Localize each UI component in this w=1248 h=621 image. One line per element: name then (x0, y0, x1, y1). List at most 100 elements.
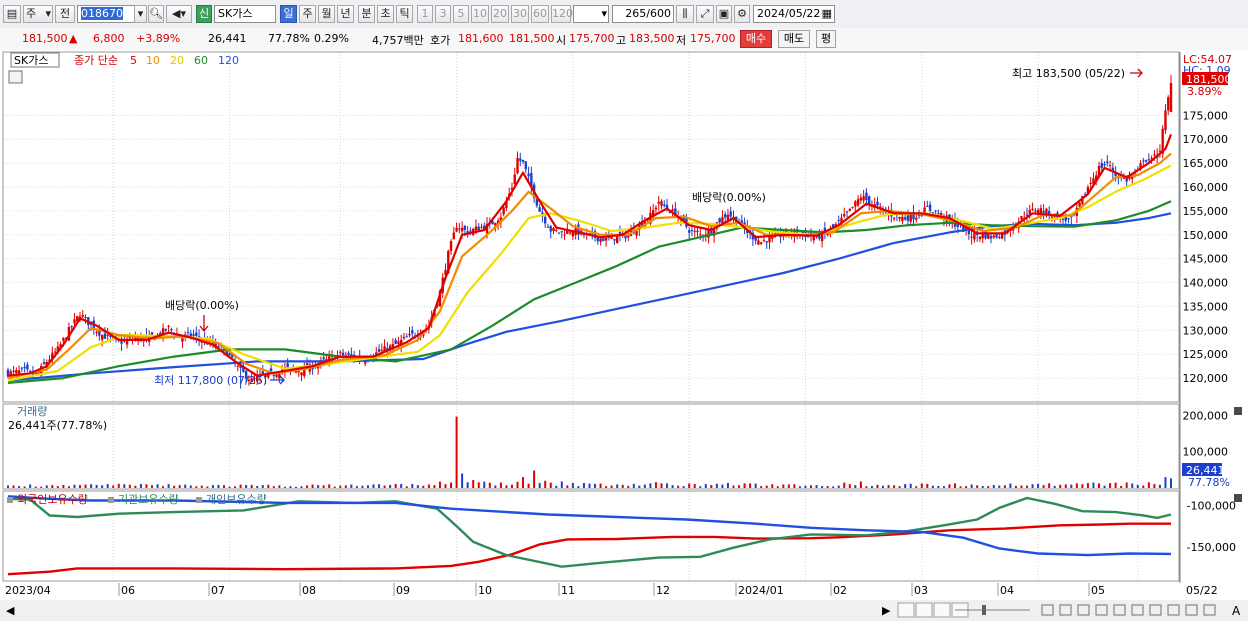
period-year[interactable]: 년 (337, 5, 354, 23)
volume-bar (211, 485, 214, 488)
volume-bar (317, 485, 320, 488)
volume-bar (721, 484, 724, 488)
candle-body (195, 332, 198, 336)
interval-60[interactable]: 60 (531, 5, 549, 23)
volume-bar (472, 480, 475, 488)
volume-bar (804, 485, 807, 488)
volume-bar (787, 484, 790, 488)
candle-body (1144, 160, 1148, 162)
volume-bar (444, 484, 447, 488)
type-select[interactable]: 주 ▾ (23, 5, 53, 23)
stock-code-input[interactable]: 018670 (77, 5, 135, 23)
jeon-button[interactable]: 전 (55, 5, 75, 23)
volume-bar (560, 481, 563, 488)
volume-bar (1048, 483, 1051, 488)
candle-body (1064, 217, 1067, 221)
volume-bar (294, 486, 297, 488)
period-minute[interactable]: 분 (358, 5, 375, 23)
volume-bar (355, 486, 358, 488)
period-day[interactable]: 일 (280, 5, 297, 23)
period-month[interactable]: 월 (318, 5, 335, 23)
volume-bar (1109, 483, 1112, 488)
candle-body (843, 214, 846, 217)
volume-bar (909, 483, 912, 488)
interval-10[interactable]: 10 (471, 5, 489, 23)
search-icon[interactable]: 🔍︎ (148, 5, 164, 23)
candle-body (100, 335, 104, 340)
candle-body (854, 201, 857, 207)
sell-button[interactable]: 매도 (778, 30, 810, 48)
speaker-icon[interactable]: ◀▾ (166, 5, 192, 23)
candle-body (915, 217, 918, 220)
volume-bar (311, 484, 314, 488)
volume-bar (976, 485, 979, 488)
volume-bar (859, 481, 862, 488)
y-tick-label: 170,000 (1183, 133, 1229, 146)
volume-last-pct: 77.78% (1188, 476, 1230, 489)
high-price: 183,500 (629, 32, 675, 45)
candle-body (599, 238, 602, 242)
candle-body (521, 159, 525, 162)
volume-bar (1164, 477, 1167, 488)
turnover-percent: 0.29% (314, 32, 349, 45)
candle-body (926, 206, 929, 208)
interval-3[interactable]: 3 (435, 5, 451, 23)
volume-bar (1136, 484, 1139, 488)
volume-bar (117, 483, 120, 488)
volume-bar (195, 486, 198, 488)
candle-body (519, 158, 522, 161)
pyeong-button[interactable]: 평 (816, 30, 836, 48)
legend-marker (196, 497, 202, 503)
gear-icon[interactable]: ⚙ (734, 5, 750, 23)
buy-button[interactable]: 매수 (740, 30, 772, 48)
volume-bar (671, 485, 674, 488)
interval-120[interactable]: 120 (551, 5, 573, 23)
candle-body (1122, 177, 1126, 179)
compare-icon[interactable]: ⤢ (696, 5, 714, 23)
candle-body (53, 351, 57, 353)
volume-bar (632, 483, 635, 488)
candle-body (1020, 216, 1023, 220)
interval-30[interactable]: 30 (511, 5, 529, 23)
count-input[interactable]: 265/600 (612, 5, 674, 23)
chart-area[interactable]: 175,000 170,000 165,000 160,000 155,000 150,0… (0, 50, 1248, 621)
candle-body (1031, 208, 1034, 211)
candle-body (729, 211, 732, 217)
period-week[interactable]: 주 (299, 5, 316, 23)
candle-type-icon[interactable]: ⫼ (676, 5, 694, 23)
candle-body (613, 239, 616, 241)
volume-bar (594, 483, 597, 488)
interval-20[interactable]: 20 (491, 5, 509, 23)
volume-bar (544, 480, 547, 488)
code-dropdown-button[interactable]: ▾ (134, 5, 147, 23)
period-tick[interactable]: 틱 (396, 5, 413, 23)
volume-bar (389, 484, 392, 488)
stock-name-field[interactable]: SK가스 (214, 5, 276, 23)
window-menu-icon[interactable]: ▤ (3, 5, 21, 23)
candle-body (690, 230, 694, 232)
x-axis-label: 08 (302, 584, 316, 597)
volume-bar (483, 481, 486, 488)
volume-bar (970, 484, 973, 488)
period-second[interactable]: 초 (377, 5, 394, 23)
interval-5[interactable]: 5 (453, 5, 469, 23)
candle-body (23, 366, 26, 369)
candle-body (1167, 97, 1170, 111)
interval-1[interactable]: 1 (417, 5, 433, 23)
save-icon[interactable]: ▣ (716, 5, 732, 23)
candle-body (657, 201, 660, 204)
candle-body (452, 232, 456, 240)
interval-custom-input[interactable]: ▾ (573, 5, 609, 23)
volume-bar (101, 485, 104, 488)
low-annotation: 최저 117,800 (07/26) (154, 374, 267, 387)
holdings-legend-item: 기관보유수량 (118, 493, 179, 506)
volume-bar (488, 482, 491, 488)
font-size-icon: A (1232, 604, 1241, 618)
volume-bar (743, 483, 746, 488)
volume-bar (1170, 478, 1172, 488)
volume-bar (992, 484, 995, 488)
volume-bar (754, 483, 757, 488)
volume-bar (23, 486, 26, 488)
candle-body (380, 349, 384, 351)
date-input[interactable]: 2024/05/22 ▦ (753, 5, 835, 23)
